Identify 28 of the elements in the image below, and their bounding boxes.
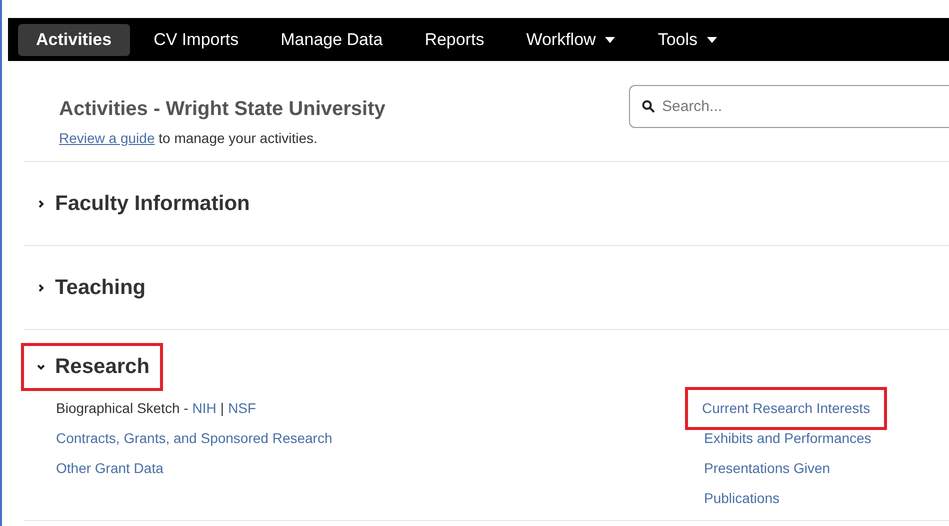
activity-link[interactable]: NSF	[228, 398, 256, 419]
nav-tab[interactable]: Tools	[640, 24, 736, 56]
activity-link[interactable]: Publications	[704, 488, 780, 509]
activity-link[interactable]: NIH	[192, 398, 216, 419]
section-header[interactable]: Research	[24, 346, 160, 388]
activity-link[interactable]: Presentations Given	[704, 458, 830, 479]
page-title: Activities - Wright State University	[59, 97, 386, 122]
item-label: Biographical Sketch -	[56, 399, 188, 418]
chevron-right-icon	[36, 282, 46, 292]
guide-link[interactable]: Review a guide	[59, 130, 155, 146]
activity-link[interactable]: Exhibits and Performances	[704, 428, 872, 449]
section-header[interactable]: Faculty Information	[24, 182, 260, 224]
activity-link[interactable]: Other Grant Data	[56, 458, 164, 479]
section-header[interactable]: Teaching	[24, 266, 156, 308]
chevron-right-icon	[36, 198, 46, 208]
guide-text: to manage your activities.	[158, 130, 318, 146]
nav-tab[interactable]: Reports	[406, 24, 502, 56]
activity-link[interactable]: Current Research Interests	[688, 390, 884, 427]
search-field[interactable]: Search...	[629, 85, 949, 128]
caret-icon	[706, 36, 718, 44]
nav-tab[interactable]: CV Imports	[136, 24, 257, 56]
activity-link[interactable]: Contracts, Grants, and Sponsored Research	[56, 428, 332, 449]
search-icon	[642, 100, 655, 113]
separator: |	[220, 399, 224, 418]
nav-tab[interactable]: Manage Data	[262, 24, 401, 56]
nav-tab[interactable]: Workflow	[508, 24, 634, 56]
caret-icon	[604, 36, 616, 44]
nav-tab[interactable]: Activities	[18, 24, 130, 56]
